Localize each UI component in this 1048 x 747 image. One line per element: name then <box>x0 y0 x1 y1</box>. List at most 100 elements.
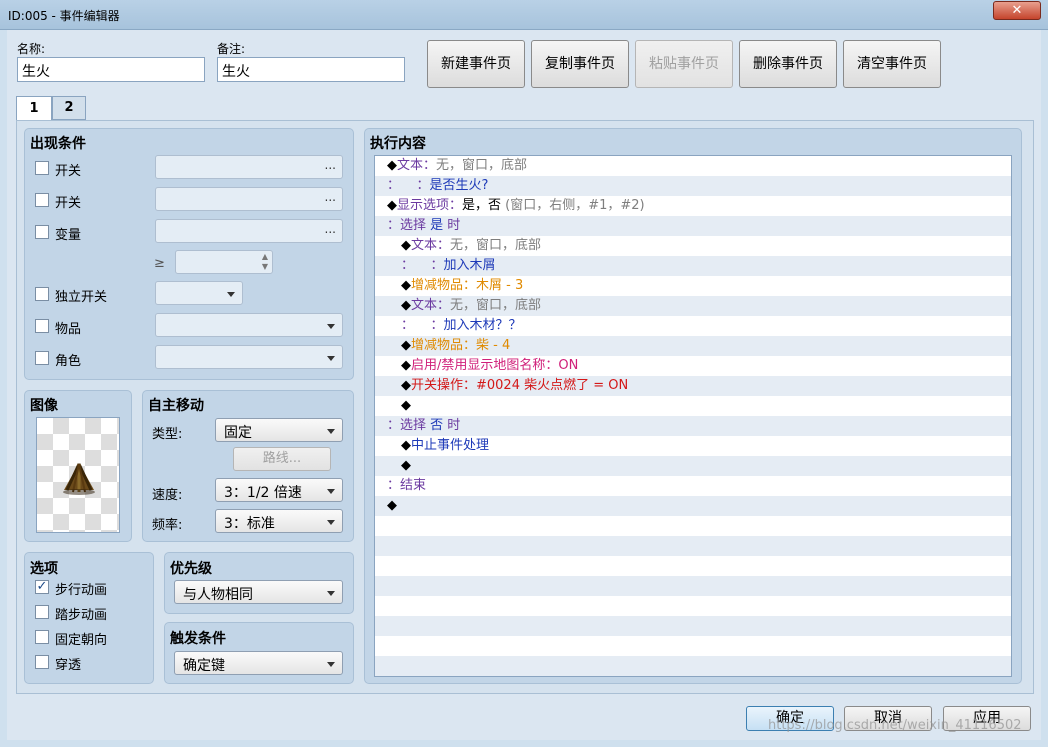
switch2-checkbox[interactable] <box>35 193 49 207</box>
switch2-dots: ... <box>324 190 336 204</box>
type-label: 类型: <box>152 427 183 442</box>
command-row[interactable]: ： ：加入木材？？ <box>375 316 1011 336</box>
through-checkbox[interactable] <box>35 655 49 669</box>
command-row[interactable]: ◆开关操作：#0024 柴火点燃了 = ON <box>375 376 1011 396</box>
close-button[interactable]: ✕ <box>993 1 1041 20</box>
variable-dots: ... <box>324 222 336 236</box>
command-row[interactable] <box>375 576 1011 596</box>
window-title: ID:005 - 事件编辑器 <box>8 9 120 23</box>
freq-dropdown[interactable]: 3：标准 <box>215 509 343 533</box>
name-input[interactable]: 生火 <box>17 57 205 82</box>
note-label: 备注: <box>217 42 246 56</box>
command-row[interactable]: ◆增减物品：柴 - 4 <box>375 336 1011 356</box>
command-text: 增减物品：木屑 - 3 <box>411 278 524 293</box>
event-command-list[interactable]: ◆文本：无，窗口，底部： ：是否生火? ◆显示选项：是，否 (窗口，右侧，#1，#… <box>374 155 1012 677</box>
item-checkbox[interactable] <box>35 319 49 333</box>
command-row[interactable]: ◆文本：无，窗口，底部 <box>375 296 1011 316</box>
command-text: 否 <box>430 418 448 433</box>
command-row[interactable] <box>375 656 1011 676</box>
command-row[interactable]: ◆中止事件处理 <box>375 436 1011 456</box>
command-row[interactable] <box>375 596 1011 616</box>
command-text: 文本： <box>411 238 451 253</box>
command-text: 是否生火? <box>429 178 489 193</box>
command-text: ◆ <box>401 278 411 293</box>
command-row[interactable]: ◆启用/禁用显示地图名称：ON <box>375 356 1011 376</box>
event-image[interactable] <box>36 417 120 533</box>
command-row[interactable]: ：结束 <box>375 476 1011 496</box>
command-text: 无，窗口，底部 <box>436 158 528 173</box>
command-row[interactable]: ◆ <box>375 396 1011 416</box>
switch1-field[interactable]: ... <box>155 155 343 179</box>
command-text: 启用/禁用显示地图名称：ON <box>411 358 579 373</box>
speed-dropdown[interactable]: 3：1/2 倍速 <box>215 478 343 502</box>
self-switch-checkbox[interactable] <box>35 287 49 301</box>
clear-page-button[interactable]: 清空事件页 <box>843 40 941 88</box>
actor-dropdown[interactable] <box>155 345 343 369</box>
chevron-down-icon <box>327 662 335 667</box>
tab-1[interactable]: 1 <box>16 96 52 122</box>
copy-page-button[interactable]: 复制事件页 <box>531 40 629 88</box>
self-switch-dropdown[interactable] <box>155 281 243 305</box>
command-row[interactable]: ◆ <box>375 496 1011 516</box>
new-page-button[interactable]: 新建事件页 <box>427 40 525 88</box>
command-text: 显示选项： <box>397 198 463 213</box>
type-dropdown[interactable]: 固定 <box>215 418 343 442</box>
command-text: ◆ <box>401 338 411 353</box>
item-dropdown[interactable] <box>155 313 343 337</box>
command-text: ： ： <box>401 258 444 273</box>
chevron-down-icon <box>327 520 335 525</box>
options-title: 选项 <box>30 561 58 577</box>
command-row[interactable] <box>375 556 1011 576</box>
chevron-down-icon <box>227 292 235 297</box>
delete-page-button[interactable]: 删除事件页 <box>739 40 837 88</box>
command-text: 无，窗口，底部 <box>450 238 542 253</box>
variable-field[interactable]: ... <box>155 219 343 243</box>
actor-checkbox[interactable] <box>35 351 49 365</box>
type-value: 固定 <box>224 425 252 441</box>
route-button[interactable]: 路线... <box>233 447 331 471</box>
command-text: 是，否 <box>462 198 506 213</box>
chevron-down-icon <box>327 324 335 329</box>
command-row[interactable] <box>375 516 1011 536</box>
trigger-dropdown[interactable]: 确定键 <box>174 651 343 675</box>
variable-label: 变量 <box>55 228 82 243</box>
command-text: 增减物品：柴 - 4 <box>411 338 511 353</box>
title-bar[interactable]: ID:005 - 事件编辑器 ✕ <box>0 0 1048 30</box>
command-row[interactable]: ◆ <box>375 456 1011 476</box>
command-text: ： ： <box>401 318 444 333</box>
command-text: 加入木屑 <box>443 258 496 273</box>
switch2-label: 开关 <box>55 196 82 211</box>
tab-2[interactable]: 2 <box>52 96 86 120</box>
command-row[interactable]: ◆文本：无，窗口，底部 <box>375 156 1011 176</box>
command-row[interactable]: ： ：加入木屑 <box>375 256 1011 276</box>
command-row[interactable] <box>375 616 1011 636</box>
paste-page-button[interactable]: 粘贴事件页 <box>635 40 733 88</box>
command-row[interactable]: ◆显示选项：是，否 (窗口，右侧，#1，#2) <box>375 196 1011 216</box>
command-row[interactable]: ◆文本：无，窗口，底部 <box>375 236 1011 256</box>
freq-value: 3：标准 <box>224 516 275 532</box>
switch2-field[interactable]: ... <box>155 187 343 211</box>
switch1-checkbox[interactable] <box>35 161 49 175</box>
direction-fix-label: 固定朝向 <box>55 633 108 648</box>
walking-anim-checkbox[interactable]: ✓ <box>35 580 49 594</box>
command-row[interactable]: ： ：是否生火? <box>375 176 1011 196</box>
variable-checkbox[interactable] <box>35 225 49 239</box>
command-row[interactable]: ：选择 是 时 <box>375 216 1011 236</box>
stepping-anim-checkbox[interactable] <box>35 605 49 619</box>
command-text: 中止事件处理 <box>411 438 490 453</box>
speed-value: 3：1/2 倍速 <box>224 485 302 501</box>
variable-value-stepper[interactable]: ▲ ▼ <box>175 250 273 274</box>
command-text: ◆ <box>401 458 411 473</box>
command-row[interactable] <box>375 536 1011 556</box>
stepping-anim-label: 踏步动画 <box>55 608 108 623</box>
command-row[interactable]: ◆增减物品：木屑 - 3 <box>375 276 1011 296</box>
direction-fix-checkbox[interactable] <box>35 630 49 644</box>
command-text: ：选择 <box>387 418 431 433</box>
command-row[interactable]: ：选择 否 时 <box>375 416 1011 436</box>
trigger-title: 触发条件 <box>170 631 226 647</box>
command-text: 时 <box>447 218 461 233</box>
command-row[interactable] <box>375 636 1011 656</box>
note-input[interactable]: 生火 <box>217 57 405 82</box>
stepper-arrows-icon[interactable]: ▲ ▼ <box>262 252 268 272</box>
priority-dropdown[interactable]: 与人物相同 <box>174 580 343 604</box>
